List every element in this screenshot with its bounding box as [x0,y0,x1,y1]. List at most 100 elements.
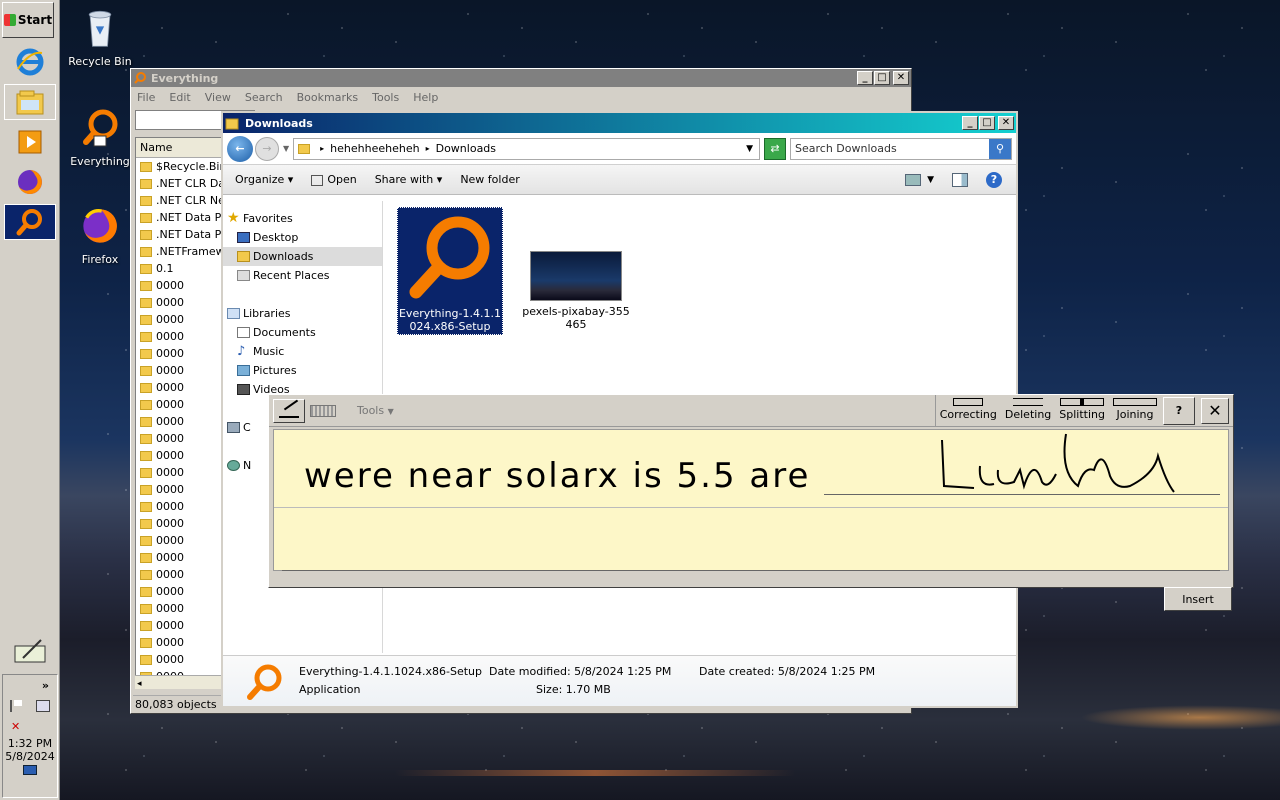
minimize-button[interactable]: _ [857,71,873,85]
network-icon[interactable] [36,700,50,712]
list-item[interactable]: 0000 [136,651,222,668]
menu-tools[interactable]: Tools [372,91,399,104]
list-item[interactable]: 0000 [136,362,222,379]
file-item-pexels-image[interactable]: pexels-pixabay-355 465 [521,251,631,331]
list-item[interactable]: .NET CLR Dat [136,175,222,192]
list-item[interactable]: 0000 [136,294,222,311]
list-item[interactable]: 0000 [136,600,222,617]
menu-help[interactable]: Help [413,91,438,104]
list-item[interactable]: .NET Data Pr [136,209,222,226]
nav-libraries[interactable]: Libraries [223,304,382,323]
list-item[interactable]: 0000 [136,464,222,481]
list-item[interactable]: 0000 [136,566,222,583]
list-item[interactable]: 0000 [136,430,222,447]
breadcrumb-user[interactable]: hehehheeheheh [330,142,419,155]
file-item-everything-setup[interactable]: Everything-1.4.1.1 024.x86-Setup [397,207,503,335]
list-item[interactable]: 0000 [136,549,222,566]
menu-search[interactable]: Search [245,91,283,104]
nav-music[interactable]: ♪ Music [223,342,382,361]
menu-bookmarks[interactable]: Bookmarks [297,91,358,104]
preview-pane-icon[interactable] [952,172,968,187]
everything-title-bar[interactable]: Everything _ □ ✕ [131,69,911,87]
writing-pad-button[interactable] [273,398,305,423]
close-button[interactable]: ✕ [998,116,1014,130]
maximize-button[interactable]: □ [979,116,995,130]
search-icon[interactable]: ⚲ [989,138,1011,159]
explorer-title-bar[interactable]: Downloads _ □ ✕ [223,113,1016,133]
clock-date[interactable]: 5/8/2024 [3,750,57,763]
list-item[interactable]: $Recycle.Bin [136,158,222,175]
desktop-icon-firefox[interactable]: Firefox [60,206,140,266]
nav-pictures[interactable]: Pictures [223,361,382,380]
search-input[interactable]: Search Downloads [795,142,989,155]
list-item[interactable]: 0000 [136,447,222,464]
list-item[interactable]: 0000 [136,277,222,294]
nav-recent-places[interactable]: Recent Places [223,266,382,285]
forward-button[interactable]: → [255,136,279,161]
menu-edit[interactable]: Edit [169,91,190,104]
insert-button[interactable]: Insert [1164,587,1232,611]
organize-button[interactable]: Organize ▾ [235,173,293,186]
refresh-button[interactable]: ⇄ [764,137,786,160]
desktop-icon-everything[interactable]: Everything [60,108,140,168]
share-with-button[interactable]: Share with ▾ [375,173,443,186]
column-header-name[interactable]: Name [136,138,222,158]
menu-file[interactable]: File [137,91,155,104]
search-box[interactable]: Search Downloads ⚲ [790,137,1012,160]
taskbar-firefox-button[interactable] [4,164,56,200]
action-center-flag-icon[interactable] [10,700,22,712]
nav-favorites[interactable]: ★ Favorites [223,209,382,228]
taskbar-ie-button[interactable] [4,44,56,80]
help-icon[interactable]: ? [986,171,1002,188]
open-button[interactable]: Open [311,173,357,186]
correcting-button[interactable]: Correcting [936,395,1001,421]
back-button[interactable]: ← [227,135,253,162]
tray-expand-button[interactable]: » [3,675,57,692]
list-item[interactable]: 0000 [136,532,222,549]
splitting-button[interactable]: Splitting [1055,395,1109,421]
start-button[interactable]: Start [2,2,54,38]
list-item[interactable]: .NET CLR Net [136,192,222,209]
nav-desktop[interactable]: Desktop [223,228,382,247]
list-item[interactable]: .NETFramewo [136,243,222,260]
keyboard-button[interactable] [307,399,339,423]
address-box[interactable]: ▸ hehehheeheheh ▸ Downloads ▼ [293,137,760,160]
list-item[interactable]: 0000 [136,481,222,498]
list-item[interactable]: 0000 [136,634,222,651]
list-item[interactable]: 0000 [136,498,222,515]
everything-results-list[interactable]: Name $Recycle.Bin .NET CLR Dat .NET CLR Ne… [135,137,223,689]
list-item[interactable]: .NET Data Pr [136,226,222,243]
taskbar-tablet-input-button[interactable] [4,634,56,670]
joining-button[interactable]: Joining [1109,395,1161,421]
list-item[interactable]: 0000 [136,379,222,396]
clock-time[interactable]: 1:32 PM [3,737,57,750]
list-item[interactable]: 0000 [136,413,222,430]
taskbar-media-player-button[interactable] [4,124,56,160]
tools-menu[interactable]: Tools ▼ [357,404,394,417]
list-item[interactable]: 0000 [136,328,222,345]
desktop-icon-recycle-bin[interactable]: Recycle Bin [60,8,140,68]
view-dropdown-icon[interactable]: ▼ [927,175,934,185]
list-item[interactable]: 0.1 [136,260,222,277]
writing-area[interactable]: were near solarx is 5.5 are [273,429,1229,571]
list-item[interactable]: 0000 [136,396,222,413]
list-item[interactable]: 0000 [136,345,222,362]
breadcrumb-downloads[interactable]: Downloads [436,142,496,155]
address-dropdown-icon[interactable]: ▼ [746,144,753,154]
close-panel-button[interactable]: ✕ [1201,397,1229,424]
close-button[interactable]: ✕ [893,71,909,85]
volume-muted-icon[interactable]: ✕ [11,720,20,733]
menu-view[interactable]: View [205,91,231,104]
deleting-button[interactable]: Deleting [1001,395,1055,421]
change-view-icon[interactable] [905,173,922,186]
maximize-button[interactable]: □ [874,71,890,85]
list-item[interactable]: 0000 [136,515,222,532]
list-item[interactable]: 0000 [136,583,222,600]
show-desktop-icon[interactable] [23,765,37,775]
list-item[interactable]: 0000 [136,617,222,634]
nav-downloads[interactable]: Downloads [223,247,382,266]
horizontal-scrollbar[interactable]: ◂ [135,675,223,689]
history-dropdown-icon[interactable]: ▼ [283,144,289,153]
minimize-button[interactable]: _ [962,116,978,130]
nav-documents[interactable]: Documents [223,323,382,342]
